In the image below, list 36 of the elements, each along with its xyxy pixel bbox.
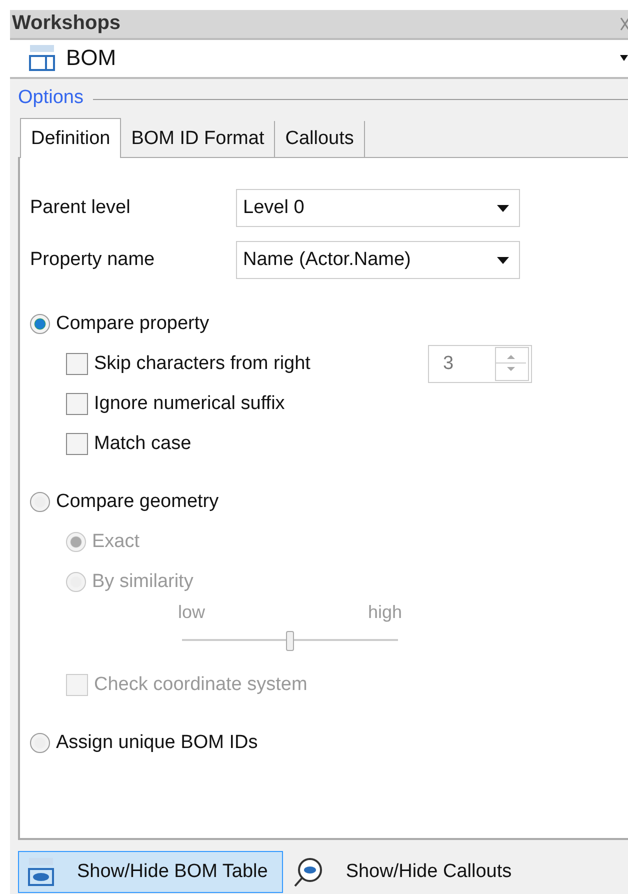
radio-label: Exact [92,531,140,553]
checkbox[interactable] [66,393,88,415]
toolbar-button[interactable]: Show/Hide Callouts [282,851,527,893]
toolbar-button[interactable]: Show/Hide BOM Table [18,851,283,893]
checkbox[interactable] [66,353,88,375]
checkbox-label: Skip characters from right [94,353,310,375]
checkbox-label: Ignore numerical suffix [94,393,285,415]
dropdown-field[interactable]: Level 0 [236,189,520,227]
caret-icon [497,256,509,264]
radio-button[interactable] [30,314,50,334]
number-spinner[interactable]: 3 [428,345,532,383]
dropdown-field[interactable]: Name (Actor.Name) [236,241,520,279]
radio-label: By similarity [92,571,194,593]
close-icon[interactable] [620,16,628,31]
caret-icon [497,204,509,212]
callout-eye-icon [292,856,324,888]
checkbox[interactable] [66,433,88,455]
tab[interactable]: Callouts [275,121,365,157]
tab[interactable]: BOM ID Format [121,121,276,157]
field-label: Parent level [30,197,132,219]
checkbox-label: Match case [94,433,192,455]
field-label: Property name [30,249,156,271]
radio-label: Compare property [56,313,210,335]
eye-table-icon [27,857,55,887]
radio-label: Assign unique BOM IDs [56,732,258,754]
radio-label: Compare geometry [56,491,219,513]
panel-title: Workshops [12,12,121,36]
tab[interactable]: Definition [20,118,122,158]
checkbox-label: Check coordinate system [94,674,308,696]
bom-table-icon [28,44,56,72]
caret-icon [620,54,628,62]
radio-button[interactable] [30,733,50,753]
options-group-label: Options [18,87,84,109]
radio-button[interactable] [30,492,50,512]
slider-high-label: high [368,602,402,623]
slider-low-label: low [178,602,206,623]
